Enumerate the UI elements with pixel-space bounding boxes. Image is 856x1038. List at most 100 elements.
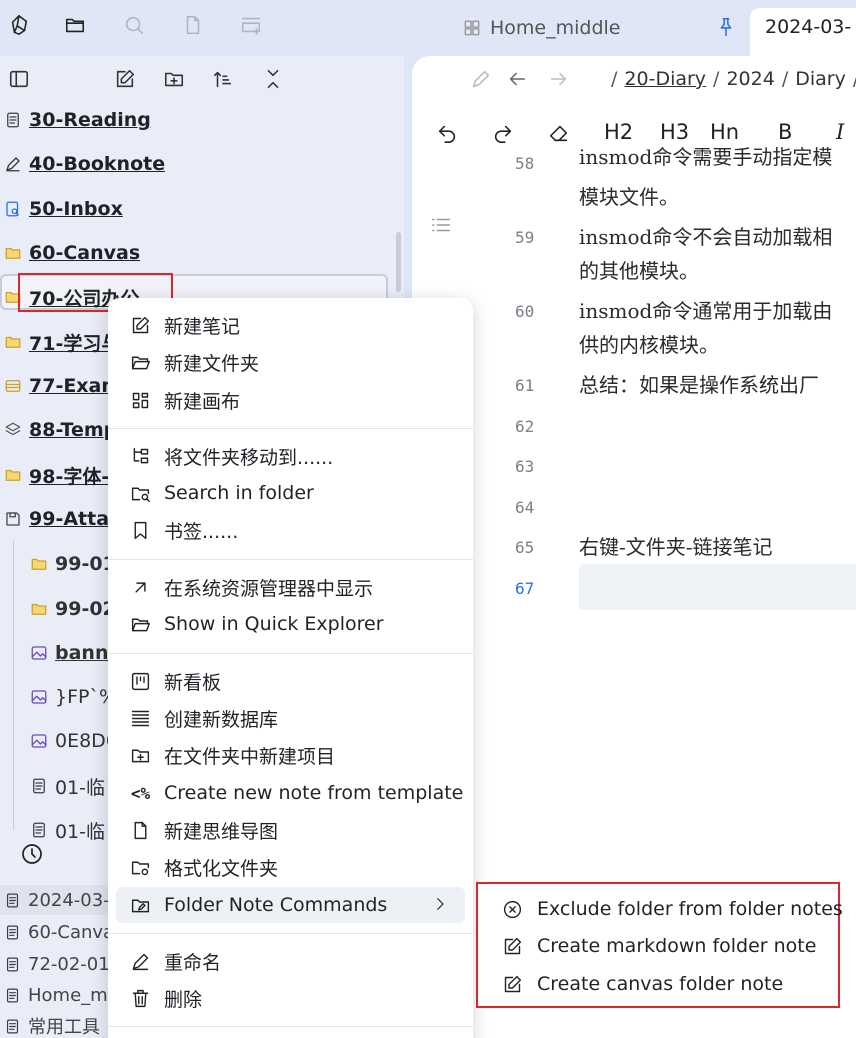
menu-item-search-in-folder[interactable]: Search in folder — [116, 475, 465, 511]
tree-item-50-inbox[interactable]: 50-Inbox — [4, 194, 123, 224]
menu-item-move-folder[interactable]: 将文件夹移动到...... — [116, 438, 465, 474]
line-text: 供的内核模块。 — [579, 333, 719, 357]
tree-item-label: 50-Inbox — [29, 198, 123, 220]
line-number: 63 — [515, 457, 535, 476]
redo-icon[interactable] — [492, 122, 514, 144]
sort-icon[interactable] — [212, 68, 234, 90]
menu-item-label: 新建思维导图 — [164, 820, 279, 843]
menu-item-new-item-in-folder[interactable]: 在文件夹中新建项目 — [116, 737, 465, 773]
note-icon — [4, 987, 21, 1004]
tree-item-60-canvas[interactable]: 60-Canvas — [4, 238, 140, 268]
tree-item-image-fp[interactable]: }FP`% — [30, 682, 117, 712]
tree-item-01-temp-b[interactable]: 01-临 — [30, 815, 105, 845]
tree-guide-line — [13, 540, 14, 830]
recent-item[interactable]: Home_m — [0, 980, 108, 1010]
menu-divider — [108, 653, 473, 654]
folder-icon — [4, 333, 22, 351]
menu-item-new-kanban[interactable]: 新看板 — [116, 663, 465, 699]
menu-divider — [108, 559, 473, 560]
collapse-all-icon[interactable] — [262, 68, 284, 90]
menu-item-new-mindmap[interactable]: 新建思维导图 — [116, 812, 465, 848]
layout-grid-icon — [462, 18, 482, 38]
sidebar-scrollbar[interactable] — [396, 232, 401, 292]
menu-item-label: Show in Quick Explorer — [164, 613, 384, 635]
folder-note-submenu: Exclude folder from folder notes Create … — [476, 882, 843, 1008]
menu-item-label: 在文件夹中新建项目 — [164, 745, 336, 768]
tree-item-01-temp-a[interactable]: 01-临 — [30, 771, 105, 801]
search-icon[interactable] — [123, 14, 145, 36]
menu-item-show-in-system-explorer[interactable]: 在系统资源管理器中显示 — [116, 569, 465, 605]
submenu-create-canvas-note[interactable]: Create canvas folder note — [502, 967, 783, 1001]
folder-icon — [4, 244, 22, 262]
new-tab-icon[interactable] — [240, 14, 262, 36]
tree-item-88-template[interactable]: 88-Temp — [4, 415, 117, 445]
forward-arrow-icon[interactable] — [548, 68, 570, 90]
undo-icon[interactable] — [436, 122, 458, 144]
menu-item-folder-note-commands[interactable]: Folder Note Commands — [116, 887, 465, 923]
database-icon — [130, 708, 151, 729]
menu-item-label: 在系统资源管理器中显示 — [164, 577, 374, 600]
italic-button[interactable]: I — [836, 120, 844, 144]
submenu-exclude-folder[interactable]: Exclude folder from folder notes — [502, 892, 843, 926]
menu-item-delete[interactable]: 删除 — [116, 980, 465, 1016]
menu-item-new-note[interactable]: 新建笔记 — [116, 307, 465, 343]
new-folder-icon[interactable] — [163, 68, 185, 90]
menu-item-new-database[interactable]: 创建新数据库 — [116, 700, 465, 736]
menu-item-new-folder[interactable]: 新建文件夹 — [116, 344, 465, 380]
menu-item-bookmark[interactable]: 书签...... — [116, 512, 465, 548]
sidebar-toggle-icon[interactable] — [8, 68, 30, 90]
recent-item[interactable]: 72-02-01 — [0, 949, 110, 979]
new-note-icon[interactable] — [114, 68, 136, 90]
menu-item-rename[interactable]: 重命名 — [116, 943, 465, 979]
menu-item-label: 创建新数据库 — [164, 708, 279, 731]
menu-item-label: 新看板 — [164, 671, 222, 694]
tree-item-label: 60-Canvas — [29, 242, 141, 264]
recent-files-clock-icon[interactable] — [20, 842, 44, 866]
line-number: 67 — [515, 579, 535, 598]
recent-item-label: 2024-03- — [28, 889, 110, 911]
menu-item-new-canvas[interactable]: 新建画布 — [116, 382, 465, 418]
breadcrumb-item[interactable]: 2024 — [726, 68, 774, 90]
layers-icon — [4, 421, 22, 439]
tab-active-diary[interactable]: 2024-03- — [750, 8, 856, 56]
edit-mode-icon[interactable] — [470, 68, 492, 90]
note-icon — [4, 924, 21, 941]
tree-item-99-01[interactable]: 99-01 — [30, 549, 116, 579]
vault-logo-icon[interactable] — [8, 14, 30, 36]
folder-open-icon — [130, 352, 151, 373]
file-icon — [130, 820, 151, 841]
edit-icon — [130, 315, 151, 336]
bookmark-icon — [130, 520, 151, 541]
tree-item-99-02[interactable]: 99-02 — [30, 594, 116, 624]
line-text: insmod命令不会自动加载相 — [579, 225, 833, 249]
search-doc-icon — [4, 200, 22, 218]
tree-item-label: 99-01 — [55, 553, 116, 575]
tab-home-middle[interactable]: Home_middle — [462, 14, 621, 42]
image-icon — [30, 732, 48, 750]
recent-item[interactable]: 60-Canva — [0, 917, 114, 947]
tree-item-98-fonts[interactable]: 98-字体- — [4, 460, 109, 490]
tree-item-40-booknote[interactable]: 40-Booknote — [4, 149, 165, 179]
menu-item-show-in-quick-explorer[interactable]: Show in Quick Explorer — [116, 606, 465, 642]
tree-item-image-0e8d6[interactable]: 0E8D6 — [30, 726, 118, 756]
menu-item-label: 新建笔记 — [164, 315, 241, 338]
outline-list-icon[interactable] — [430, 214, 452, 236]
pin-icon[interactable] — [715, 16, 737, 38]
back-arrow-icon[interactable] — [506, 68, 528, 90]
menu-item-format-folder[interactable]: 格式化文件夹 — [116, 849, 465, 885]
tree-item-71-study[interactable]: 71-学习与 — [4, 327, 120, 357]
file-icon[interactable] — [182, 14, 204, 36]
tab-label: 2024-03- — [765, 16, 852, 38]
submenu-create-markdown-note[interactable]: Create markdown folder note — [502, 929, 816, 963]
line-number: 58 — [515, 154, 535, 173]
recent-item[interactable]: 常用工具 — [0, 1011, 100, 1038]
breadcrumb-item[interactable]: Diary — [795, 68, 846, 90]
menu-item-label: 将文件夹移动到...... — [164, 446, 334, 469]
tree-item-30-reading[interactable]: 30-Reading — [4, 105, 151, 135]
breadcrumb-item[interactable]: 20-Diary — [624, 68, 706, 90]
recent-item-label: 60-Canva — [28, 921, 115, 943]
menu-item-new-from-template[interactable]: <% Create new note from template — [116, 775, 465, 811]
file-explorer-icon[interactable] — [64, 14, 86, 36]
line-number: 64 — [515, 498, 535, 517]
eraser-icon[interactable] — [548, 122, 570, 144]
